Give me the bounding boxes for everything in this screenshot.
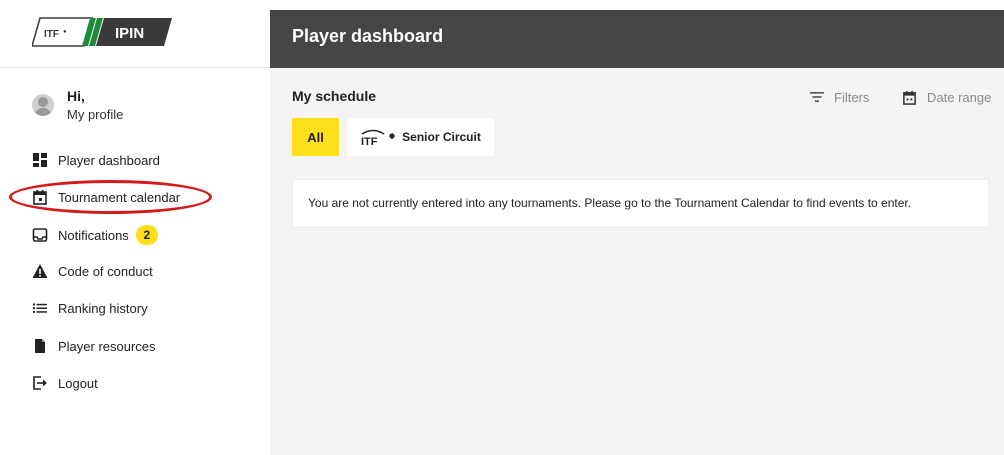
svg-text:ITF: ITF bbox=[44, 29, 59, 40]
empty-schedule-card: You are not currently entered into any t… bbox=[292, 179, 989, 228]
sidebar-item-logout[interactable]: Logout bbox=[32, 372, 98, 394]
svg-text:IPIN: IPIN bbox=[115, 25, 144, 42]
my-profile-link[interactable]: My profile bbox=[67, 107, 123, 122]
sidebar-item-label: Tournament calendar bbox=[58, 189, 181, 205]
sidebar-item-code-of-conduct[interactable]: Code of conduct bbox=[32, 260, 153, 282]
avatar-head bbox=[38, 97, 48, 107]
sidebar-item-label: Player resources bbox=[58, 338, 156, 354]
tab-all[interactable]: All bbox=[292, 118, 339, 156]
tab-senior-circuit[interactable]: ITF Senior Circuit bbox=[347, 118, 494, 156]
date-range-label: Date range bbox=[927, 89, 992, 105]
sidebar-item-label: Ranking history bbox=[58, 300, 148, 316]
sidebar-item-ranking-history[interactable]: Ranking history bbox=[32, 297, 148, 319]
logout-icon bbox=[32, 375, 48, 391]
page-title: Player dashboard bbox=[292, 26, 444, 46]
tab-all-label: All bbox=[307, 129, 324, 145]
sidebar-item-label: Player dashboard bbox=[58, 152, 160, 168]
svg-text:●: ● bbox=[63, 29, 67, 35]
itf-ipin-logo[interactable]: ITF ● IPIN bbox=[32, 16, 172, 48]
sidebar-item-player-resources[interactable]: Player resources bbox=[32, 335, 156, 357]
sidebar-item-label: Logout bbox=[58, 375, 98, 391]
my-schedule-title: My schedule bbox=[292, 88, 377, 104]
filters-label: Filters bbox=[834, 89, 870, 105]
itf-logo-icon: ITF bbox=[360, 128, 398, 146]
empty-schedule-message: You are not currently entered into any t… bbox=[308, 196, 912, 210]
sidebar: ITF ● IPIN Hi, My profile Player dashboa… bbox=[0, 0, 270, 455]
sidebar-item-tournament-calendar[interactable]: Tournament calendar bbox=[32, 186, 180, 208]
filter-icon bbox=[810, 92, 824, 102]
dashboard-icon bbox=[32, 152, 48, 168]
sidebar-item-player-dashboard[interactable]: Player dashboard bbox=[32, 149, 160, 171]
notifications-count-badge: 2 bbox=[135, 225, 158, 245]
calendar-icon bbox=[32, 189, 48, 205]
user-greeting: Hi, bbox=[67, 88, 85, 104]
logo-bar: ITF ● IPIN bbox=[0, 0, 270, 68]
sidebar-item-label: Notifications bbox=[58, 227, 129, 243]
avatar[interactable] bbox=[32, 94, 54, 116]
sidebar-item-label: Code of conduct bbox=[58, 263, 153, 279]
svg-text:ITF: ITF bbox=[361, 136, 378, 146]
warning-icon bbox=[32, 263, 48, 279]
sidebar-item-notifications[interactable]: Notifications 2 bbox=[32, 224, 158, 246]
filters-button[interactable]: Filters bbox=[810, 88, 869, 106]
date-range-button[interactable]: Date range bbox=[902, 88, 991, 106]
date-range-calendar-icon bbox=[903, 90, 916, 105]
avatar-body bbox=[34, 108, 52, 116]
document-icon bbox=[32, 338, 48, 354]
notifications-icon bbox=[32, 227, 48, 243]
page-header: Player dashboard bbox=[270, 10, 1004, 68]
tab-senior-circuit-label: Senior Circuit bbox=[402, 130, 481, 144]
list-icon bbox=[32, 300, 48, 316]
main-content: My schedule Filters Date range All ITF S… bbox=[270, 68, 1004, 455]
app-root: ITF ● IPIN Hi, My profile Player dashboa… bbox=[0, 0, 1004, 455]
